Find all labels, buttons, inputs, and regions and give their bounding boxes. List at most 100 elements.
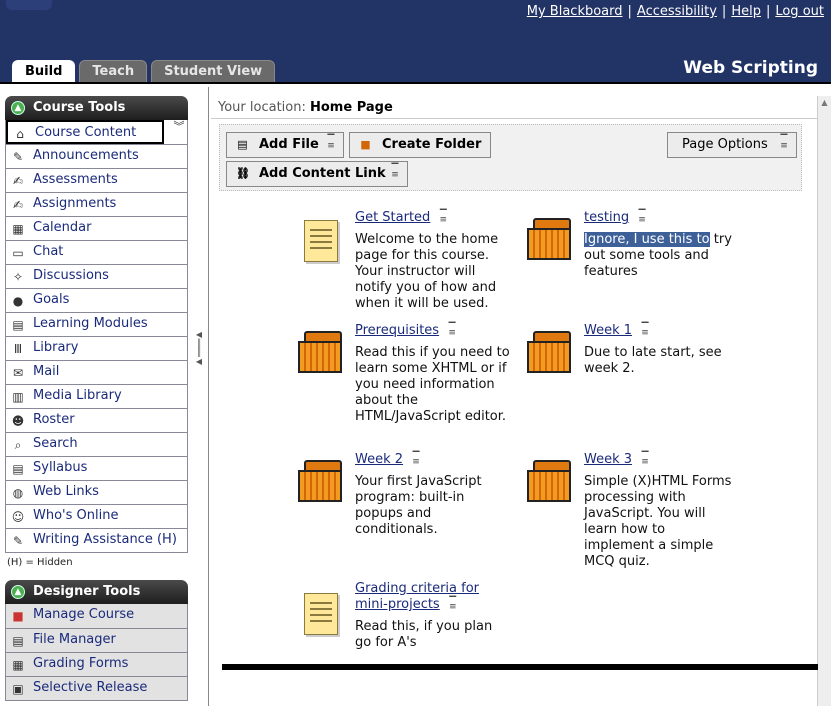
document-icon xyxy=(304,220,338,262)
person-icon: ☺ xyxy=(11,510,25,524)
selected-text: Ignore, I use this to xyxy=(584,232,710,247)
collapse-menu-icon[interactable]: ︾ xyxy=(170,121,188,140)
accessibility-link[interactable]: Accessibility xyxy=(637,4,717,19)
page-options-button[interactable]: Page Options ▔ ≡ xyxy=(667,132,797,158)
item-menu-icon[interactable]: ▔ ≡ xyxy=(638,452,652,466)
menu-icon: ▔ ≡ xyxy=(327,135,335,151)
logout-link[interactable]: Log out xyxy=(775,4,824,19)
item-title-link[interactable]: Week 3 xyxy=(584,452,632,467)
item-description: Read this if you need to learn some XHTM… xyxy=(355,345,510,424)
item-title-link[interactable]: testing xyxy=(584,210,629,225)
item-title-link[interactable]: Grading criteria for mini-projects xyxy=(355,581,479,612)
mail-icon: ✉ xyxy=(12,366,24,380)
pin-icon: ✧ xyxy=(12,270,24,284)
pencil-icon: ✍ xyxy=(12,198,24,212)
content-toolbar: ▤ Add File ▔ ≡ ■ Create Folder Page Options ▔… xyxy=(219,124,802,191)
files-icon: ▤ xyxy=(12,634,24,648)
item-menu-icon[interactable]: ▔ ≡ xyxy=(446,597,460,611)
menu-icon: ▔ ≡ xyxy=(391,164,399,180)
folder-icon xyxy=(527,460,575,504)
my-blackboard-link[interactable]: My Blackboard xyxy=(527,4,623,19)
item-menu-icon[interactable]: ▔ ≡ xyxy=(445,323,459,337)
sidebar-item-selective-release[interactable]: ▣ Selective Release xyxy=(6,676,187,700)
media-icon: ▥ xyxy=(12,390,24,404)
mode-tabs: Build Teach Student View xyxy=(12,60,279,84)
header-bar: My Blackboard | Accessibility | Help | Log out… xyxy=(0,0,831,84)
item-menu-icon[interactable]: ▔ ≡ xyxy=(409,452,423,466)
modules-icon: ▤ xyxy=(12,318,24,332)
sidebar-item-grading-forms[interactable]: ▦ Grading Forms xyxy=(6,652,187,676)
grading-icon: ▦ xyxy=(12,658,24,672)
folder-icon xyxy=(527,331,575,375)
item-description: Welcome to the home page for this course… xyxy=(355,232,499,311)
sidebar-item-assessments[interactable]: ✍ Assessments xyxy=(6,168,187,192)
tab-student-view[interactable]: Student View xyxy=(151,60,276,84)
sidebar-item-search[interactable]: ⌕ Search xyxy=(6,432,187,456)
search-icon: ⌕ xyxy=(14,438,22,452)
sidebar-item-learning-modules[interactable]: ▤ Learning Modules xyxy=(6,312,187,336)
file-icon: ▤ xyxy=(237,138,248,151)
collapse-up-icon[interactable]: ▲ xyxy=(11,585,25,599)
sidebar-splitter[interactable]: ◀ ║ ║ ◀ xyxy=(195,330,203,380)
folder-icon xyxy=(298,460,346,504)
logo xyxy=(6,0,52,10)
writing-icon: ✎ xyxy=(12,534,24,548)
add-content-link-button[interactable]: ⛓ Add Content Link ▔ ≡ xyxy=(226,161,408,187)
breadcrumb-current: Home Page xyxy=(310,100,393,115)
designer-tools-list: ■ Manage Course ▤ File Manager ▦ Grading Fo… xyxy=(5,604,188,701)
sidebar-item-library[interactable]: Ⅲ Library xyxy=(6,336,187,360)
item-description: Ignore, I use this to try out some tools… xyxy=(584,232,732,279)
content-footer-bar xyxy=(222,664,818,670)
item-title-link[interactable]: Week 2 xyxy=(355,452,403,467)
sidebar-item-whos-online[interactable]: ☺ Who's Online xyxy=(6,504,187,528)
hidden-legend: (H) = Hidden xyxy=(7,557,73,568)
sidebar-item-manage-course[interactable]: ■ Manage Course xyxy=(6,604,187,628)
sidebar-item-web-links[interactable]: ◍ Web Links xyxy=(6,480,187,504)
course-title: Web Scripting xyxy=(683,58,818,78)
create-folder-button[interactable]: ■ Create Folder xyxy=(349,132,491,158)
sidebar-item-roster[interactable]: ☻ Roster xyxy=(6,408,187,432)
sidebar-item-syllabus[interactable]: ▤ Syllabus xyxy=(6,456,187,480)
designer-tools-panel: ▲ Designer Tools ■ Manage Course ▤ File Ma… xyxy=(5,580,188,701)
item-title-link[interactable]: Get Started xyxy=(355,210,430,225)
manage-icon: ■ xyxy=(12,609,24,623)
sidebar-item-file-manager[interactable]: ▤ File Manager xyxy=(6,628,187,652)
sidebar-item-discussions[interactable]: ✧ Discussions xyxy=(6,264,187,288)
sidebar-item-assignments[interactable]: ✍ Assignments xyxy=(6,192,187,216)
add-file-button[interactable]: ▤ Add File ▔ ≡ xyxy=(226,132,344,158)
sidebar-item-course-content[interactable]: ⌂ Course Content xyxy=(6,120,164,144)
document-icon xyxy=(304,593,338,635)
sidebar-item-mail[interactable]: ✉ Mail xyxy=(6,360,187,384)
sidebar-item-calendar[interactable]: ▦ Calendar xyxy=(6,216,187,240)
scroll-up-icon[interactable]: ▲ xyxy=(818,98,831,107)
sidebar-item-media-library[interactable]: ▥ Media Library xyxy=(6,384,187,408)
designer-tools-header[interactable]: ▲ Designer Tools xyxy=(5,580,188,604)
help-link[interactable]: Help xyxy=(731,4,761,19)
globe-icon: ◍ xyxy=(12,486,24,500)
item-menu-icon[interactable]: ▔ ≡ xyxy=(635,210,649,224)
folder-icon xyxy=(527,218,575,262)
tab-build[interactable]: Build xyxy=(12,60,76,84)
menu-icon: ▔ ≡ xyxy=(780,135,788,151)
item-menu-icon[interactable]: ▔ ≡ xyxy=(436,210,450,224)
course-tools-header[interactable]: ▲ Course Tools xyxy=(5,96,188,120)
breadcrumb: Your location: Home Page xyxy=(218,100,393,115)
vertical-scrollbar[interactable]: ▲ xyxy=(817,96,831,706)
megaphone-icon: ✎ xyxy=(12,150,24,164)
calendar-icon: ▦ xyxy=(12,222,24,236)
sidebar-item-goals[interactable]: ● Goals xyxy=(6,288,187,312)
sidebar-item-writing-assistance[interactable]: ✎ Writing Assistance (H) xyxy=(6,528,187,552)
item-description: Read this, if you plan go for A's xyxy=(355,619,493,650)
folder-icon xyxy=(298,331,346,375)
item-title-link[interactable]: Prerequisites xyxy=(355,323,439,338)
collapse-up-icon[interactable]: ▲ xyxy=(11,101,25,115)
item-menu-icon[interactable]: ▔ ≡ xyxy=(638,323,652,337)
tab-teach[interactable]: Teach xyxy=(79,60,148,84)
sidebar-item-announcements[interactable]: ✎ Announcements xyxy=(6,144,187,168)
syllabus-icon: ▤ xyxy=(12,462,24,476)
sidebar-item-chat[interactable]: ▭ Chat xyxy=(6,240,187,264)
pencil-icon: ✍ xyxy=(12,174,24,188)
item-title-link[interactable]: Week 1 xyxy=(584,323,632,338)
roster-icon: ☻ xyxy=(11,414,25,428)
item-description: Due to late start, see week 2. xyxy=(584,345,722,376)
